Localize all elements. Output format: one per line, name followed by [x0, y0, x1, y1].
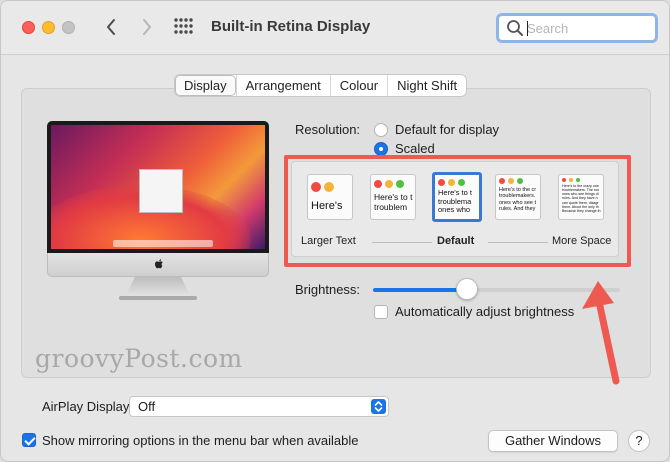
zoom-window-button [62, 21, 75, 34]
red-dot [562, 178, 566, 182]
radio-scaled-label[interactable]: Scaled [395, 141, 435, 156]
tab-night-shift[interactable]: Night Shift [387, 75, 466, 96]
brightness-slider-knob[interactable] [455, 278, 478, 300]
yellow-dot [508, 178, 514, 184]
scale-option-default[interactable]: Here's to t troublema ones who [432, 172, 482, 222]
yellow-dot [569, 178, 573, 182]
forward-button[interactable] [135, 15, 159, 39]
tab-bar: Display Arrangement Colour Night Shift [174, 74, 468, 97]
window-dots [562, 178, 580, 182]
scale-sample-text: Here's to t troublem [374, 192, 413, 212]
scale-option-4[interactable]: Here's to the cr troublemakers. ones who… [495, 174, 541, 220]
red-dot [311, 182, 321, 192]
chevron-left-icon [107, 19, 115, 35]
arrow-annotation-icon [582, 281, 620, 385]
imac-chin [47, 253, 269, 277]
tab-display[interactable]: Display [175, 75, 236, 96]
airplay-display-label: AirPlay Display: [42, 399, 134, 414]
imac-stand [125, 277, 191, 297]
scale-sample-text: Here's to the crazy one troublemakers. T… [562, 184, 601, 213]
red-dot [438, 179, 445, 186]
text-caret [527, 21, 528, 36]
tab-arrangement[interactable]: Arrangement [235, 75, 330, 96]
mirroring-options-label[interactable]: Show mirroring options in the menu bar w… [42, 433, 359, 448]
scale-sample-text: Here's [311, 200, 343, 212]
scaling-options: Here's Here's to t troublem Here's to t … [291, 161, 619, 257]
auto-brightness-checkbox[interactable] [374, 305, 388, 319]
mirroring-options-checkbox[interactable] [22, 433, 36, 447]
scale-label-larger-text: Larger Text [301, 235, 356, 247]
brightness-slider-fill [373, 288, 467, 292]
close-window-button[interactable] [22, 21, 35, 34]
scale-sample-text: Here's to the cr troublemakers. ones who… [499, 187, 537, 212]
back-button[interactable] [99, 15, 123, 39]
window-dots [438, 178, 465, 186]
auto-brightness-label[interactable]: Automatically adjust brightness [395, 304, 574, 319]
resolution-label: Resolution: [295, 122, 361, 137]
imac-foot [119, 296, 197, 300]
title-bar: Built-in Retina Display [1, 1, 669, 55]
scale-divider [488, 242, 548, 243]
show-all-preferences-button[interactable] [173, 16, 197, 40]
scale-divider [372, 242, 432, 243]
imac-screen [51, 125, 265, 249]
preferences-window: Built-in Retina Display Display Arrangem… [0, 0, 670, 462]
search-icon [507, 20, 523, 36]
window-dots [374, 178, 404, 188]
grid-icon [174, 18, 193, 34]
search-input[interactable] [527, 19, 647, 37]
scale-label-more-space: More Space [552, 235, 612, 247]
red-dot [374, 180, 382, 188]
scale-sample-text: Here's to t troublema ones who [438, 188, 472, 215]
window-dots [311, 178, 334, 192]
green-dot [517, 178, 523, 184]
airplay-display-select[interactable]: Off [129, 396, 389, 417]
apple-logo-icon [155, 259, 163, 269]
up-down-stepper-icon [371, 399, 386, 414]
screen-document-window [139, 169, 183, 213]
watermark-text: groovyPost.com [35, 344, 243, 373]
scale-option-more-space[interactable]: Here's to the crazy one troublemakers. T… [558, 174, 604, 220]
scale-label-default: Default [437, 235, 475, 247]
window-title: Built-in Retina Display [211, 18, 371, 35]
search-field[interactable] [496, 13, 658, 43]
yellow-dot [385, 180, 393, 188]
red-dot [499, 178, 505, 184]
gather-windows-button[interactable]: Gather Windows [488, 430, 618, 452]
window-dots [499, 178, 523, 184]
scale-option-2[interactable]: Here's to t troublem [370, 174, 416, 220]
radio-scaled[interactable] [374, 142, 388, 156]
green-dot [396, 180, 404, 188]
yellow-dot [448, 179, 455, 186]
imac-screen-bezel [47, 121, 269, 253]
radio-default-for-display-label[interactable]: Default for display [395, 122, 499, 137]
green-dot [576, 178, 580, 182]
scale-option-larger-text[interactable]: Here's [307, 174, 353, 220]
minimize-window-button[interactable] [42, 21, 55, 34]
radio-default-for-display[interactable] [374, 123, 388, 137]
screen-dock [113, 240, 213, 247]
chevron-right-icon [143, 19, 151, 35]
imac-illustration [47, 121, 269, 301]
yellow-dot [324, 182, 334, 192]
airplay-display-value: Off [138, 399, 156, 414]
brightness-label: Brightness: [295, 282, 361, 297]
help-button[interactable]: ? [628, 430, 650, 452]
green-dot [458, 179, 465, 186]
tab-colour[interactable]: Colour [329, 75, 387, 96]
